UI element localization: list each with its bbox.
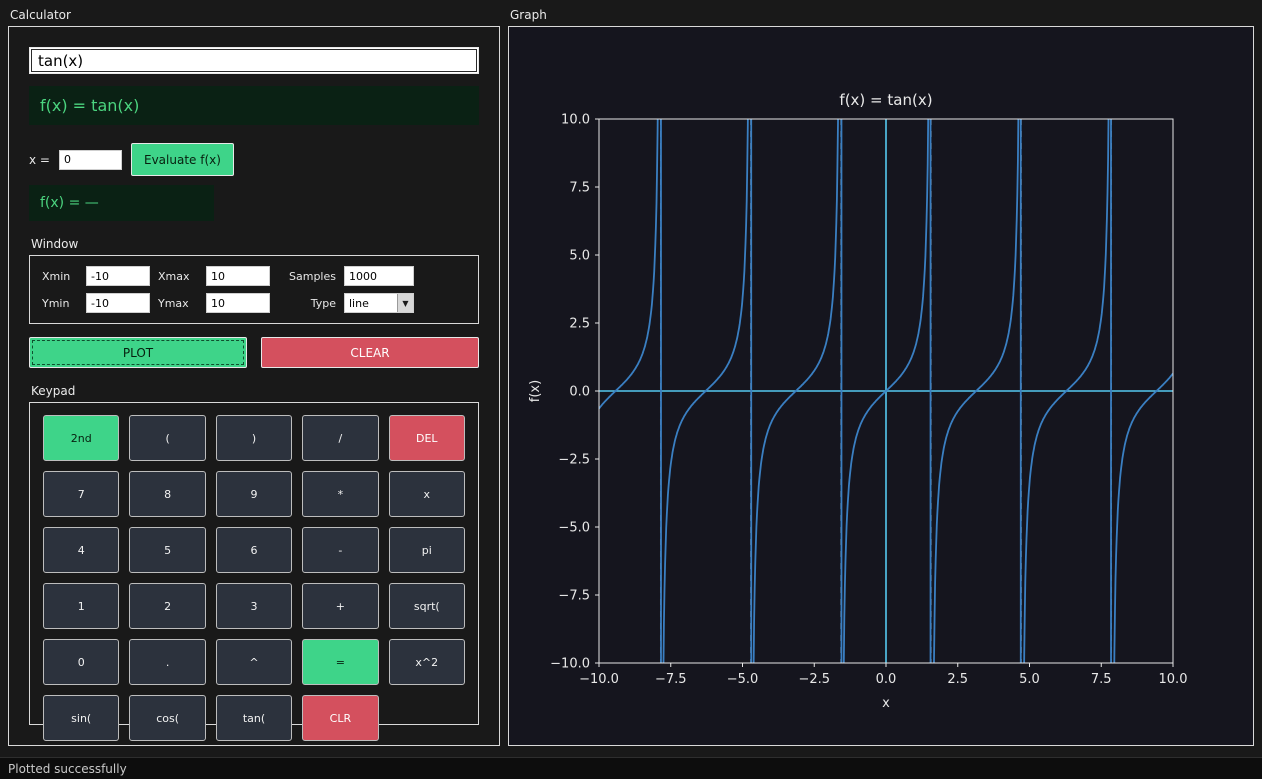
svg-text:2.5: 2.5: [947, 672, 968, 687]
samples-label: Samples: [278, 270, 336, 283]
keypad-button[interactable]: 3: [216, 583, 292, 629]
status-bar: Plotted successfully: [0, 757, 1262, 779]
keypad-button[interactable]: (: [129, 415, 205, 461]
result-display: f(x) = —: [29, 185, 214, 221]
plot-clear-row: PLOT CLEAR: [29, 337, 479, 368]
keypad-button[interactable]: CLR: [302, 695, 378, 741]
svg-text:−2.5: −2.5: [558, 453, 590, 468]
svg-text:−5.0: −5.0: [727, 672, 759, 687]
keypad-button[interactable]: sqrt(: [389, 583, 465, 629]
svg-text:7.5: 7.5: [1091, 672, 1112, 687]
keypad-button[interactable]: 5: [129, 527, 205, 573]
calculator-frame: f(x) = tan(x) x = Evaluate f(x) f(x) = —…: [8, 26, 500, 746]
svg-text:0.0: 0.0: [876, 672, 897, 687]
type-combobox-value: line: [345, 294, 397, 312]
keypad-button[interactable]: ^: [216, 639, 292, 685]
svg-text:10.0: 10.0: [1159, 672, 1188, 687]
graph-frame-label: Graph: [510, 8, 1254, 23]
type-combobox[interactable]: line ▼: [344, 293, 414, 313]
ymax-input[interactable]: [206, 293, 270, 313]
graph-panel: Graph −10.0−7.5−5.0−2.50.02.55.07.510.0−…: [508, 8, 1254, 746]
keypad-button[interactable]: 4: [43, 527, 119, 573]
svg-text:−7.5: −7.5: [655, 672, 687, 687]
keypad-button[interactable]: -: [302, 527, 378, 573]
chevron-down-icon[interactable]: ▼: [397, 294, 413, 312]
keypad-grid: 2nd()/DEL 789*x 456-pi 123+sqrt( 0.^=x^2 sin(…: [34, 415, 474, 741]
app-window: Calculator f(x) = tan(x) x = Evaluate f(…: [0, 0, 1262, 779]
window-frame: Xmin Xmax Samples Ymin Ymax Type line: [29, 255, 479, 324]
svg-text:x: x: [882, 696, 890, 711]
main-content: Calculator f(x) = tan(x) x = Evaluate f(…: [0, 0, 1262, 757]
svg-text:2.5: 2.5: [569, 317, 590, 332]
keypad-button[interactable]: 0: [43, 639, 119, 685]
svg-text:−7.5: −7.5: [558, 589, 590, 604]
samples-input[interactable]: [344, 266, 414, 286]
xmax-input[interactable]: [206, 266, 270, 286]
keypad-button[interactable]: 9: [216, 471, 292, 517]
svg-text:0.0: 0.0: [569, 385, 590, 400]
keypad-button[interactable]: +: [302, 583, 378, 629]
keypad-button[interactable]: 2nd: [43, 415, 119, 461]
keypad-button[interactable]: x^2: [389, 639, 465, 685]
keypad-button[interactable]: pi: [389, 527, 465, 573]
ymin-input[interactable]: [86, 293, 150, 313]
svg-text:10.0: 10.0: [561, 113, 590, 128]
keypad-button[interactable]: DEL: [389, 415, 465, 461]
keypad-button[interactable]: 7: [43, 471, 119, 517]
window-frame-label: Window: [31, 237, 479, 252]
svg-text:7.5: 7.5: [569, 181, 590, 196]
svg-text:5.0: 5.0: [569, 249, 590, 264]
keypad-button[interactable]: 8: [129, 471, 205, 517]
x-value-input[interactable]: [59, 150, 122, 170]
keypad-button[interactable]: *: [302, 471, 378, 517]
keypad-button[interactable]: cos(: [129, 695, 205, 741]
function-display: f(x) = tan(x): [29, 86, 479, 125]
x-equals-label: x =: [29, 153, 50, 167]
keypad-button[interactable]: .: [129, 639, 205, 685]
graph-figure: −10.0 −7.5 −5.0 −2.5 0.0 2.5 5.0 7.5 10.0 −10.0 −7…: [509, 27, 1253, 745]
keypad-button[interactable]: /: [302, 415, 378, 461]
calculator-frame-label: Calculator: [10, 8, 500, 23]
keypad-button[interactable]: tan(: [216, 695, 292, 741]
keypad-frame-label: Keypad: [31, 384, 479, 399]
keypad-button[interactable]: sin(: [43, 695, 119, 741]
svg-text:−2.5: −2.5: [798, 672, 830, 687]
svg-text:5.0: 5.0: [1019, 672, 1040, 687]
keypad-button[interactable]: =: [302, 639, 378, 685]
evaluate-button[interactable]: Evaluate f(x): [131, 143, 234, 176]
clear-button[interactable]: CLEAR: [261, 337, 479, 368]
svg-text:−10.0: −10.0: [550, 657, 590, 672]
keypad-button[interactable]: 2: [129, 583, 205, 629]
ymin-label: Ymin: [42, 297, 78, 310]
status-text: Plotted successfully: [8, 762, 127, 776]
ymax-label: Ymax: [158, 297, 198, 310]
xmax-label: Xmax: [158, 270, 198, 283]
keypad-frame: 2nd()/DEL789*x456-pi123+sqrt(0.^=x^2sin(…: [29, 402, 479, 725]
expression-input[interactable]: [29, 47, 479, 74]
type-label: Type: [278, 297, 336, 310]
graph-canvas: −10.0 −7.5 −5.0 −2.5 0.0 2.5 5.0 7.5 10.0 −10.0 −7…: [509, 27, 1253, 745]
window-grid: Xmin Xmax Samples Ymin Ymax Type line: [42, 266, 466, 313]
plot-button[interactable]: PLOT: [29, 337, 247, 368]
evaluate-row: x = Evaluate f(x): [29, 143, 479, 176]
svg-text:−5.0: −5.0: [558, 521, 590, 536]
svg-text:−10.0: −10.0: [579, 672, 619, 687]
calculator-panel: Calculator f(x) = tan(x) x = Evaluate f(…: [8, 8, 500, 746]
keypad-button[interactable]: 1: [43, 583, 119, 629]
svg-text:f(x): f(x): [528, 380, 543, 402]
keypad-button[interactable]: x: [389, 471, 465, 517]
keypad-button[interactable]: ): [216, 415, 292, 461]
svg-text:f(x) = tan(x): f(x) = tan(x): [839, 91, 932, 109]
keypad-button[interactable]: 6: [216, 527, 292, 573]
xmin-label: Xmin: [42, 270, 78, 283]
graph-frame: −10.0 −7.5 −5.0 −2.5 0.0 2.5 5.0 7.5 10.0 −10.0 −7…: [508, 26, 1254, 746]
xmin-input[interactable]: [86, 266, 150, 286]
